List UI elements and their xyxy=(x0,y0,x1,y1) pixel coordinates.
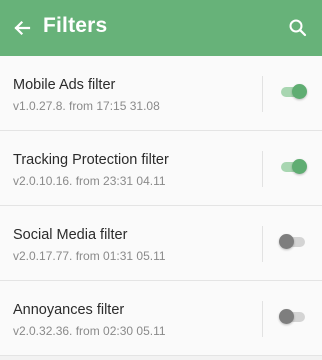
filter-version-info: v1.0.27.8. from 17:15 31.08 xyxy=(13,99,160,113)
toggle-thumb xyxy=(292,159,307,174)
filter-item-social-media[interactable]: Social Media filter v2.0.17.77. from 01:… xyxy=(0,206,322,281)
divider xyxy=(262,301,263,337)
filter-item-annoyances[interactable]: Annoyances filter v2.0.32.36. from 02:30… xyxy=(0,281,322,356)
divider xyxy=(262,226,263,262)
back-button[interactable] xyxy=(6,12,38,44)
filter-toggle[interactable] xyxy=(279,157,307,177)
filter-name: Mobile Ads filter xyxy=(13,77,116,93)
filter-item-mobile-ads[interactable]: Mobile Ads filter v1.0.27.8. from 17:15 … xyxy=(0,56,322,131)
filter-name: Tracking Protection filter xyxy=(13,152,169,168)
filter-item-tracking-protection[interactable]: Tracking Protection filter v2.0.10.16. f… xyxy=(0,131,322,206)
filter-list: Mobile Ads filter v1.0.27.8. from 17:15 … xyxy=(0,56,322,356)
filter-name: Social Media filter xyxy=(13,227,128,243)
filter-version-info: v2.0.17.77. from 01:31 05.11 xyxy=(13,249,166,263)
app-bar: Filters xyxy=(0,0,322,56)
divider xyxy=(262,76,263,112)
search-icon xyxy=(289,19,307,37)
divider xyxy=(262,151,263,187)
filter-version-info: v2.0.32.36. from 02:30 05.11 xyxy=(13,324,166,338)
arrow-left-icon xyxy=(14,20,31,36)
toggle-thumb xyxy=(279,234,294,249)
filter-toggle[interactable] xyxy=(279,232,307,252)
filter-name: Annoyances filter xyxy=(13,302,125,318)
filter-toggle[interactable] xyxy=(279,82,307,102)
toggle-thumb xyxy=(279,309,294,324)
toggle-thumb xyxy=(292,84,307,99)
filter-toggle[interactable] xyxy=(279,307,307,327)
filter-version-info: v2.0.10.16. from 23:31 04.11 xyxy=(13,174,166,188)
search-button[interactable] xyxy=(282,12,314,44)
page-title: Filters xyxy=(43,14,108,37)
